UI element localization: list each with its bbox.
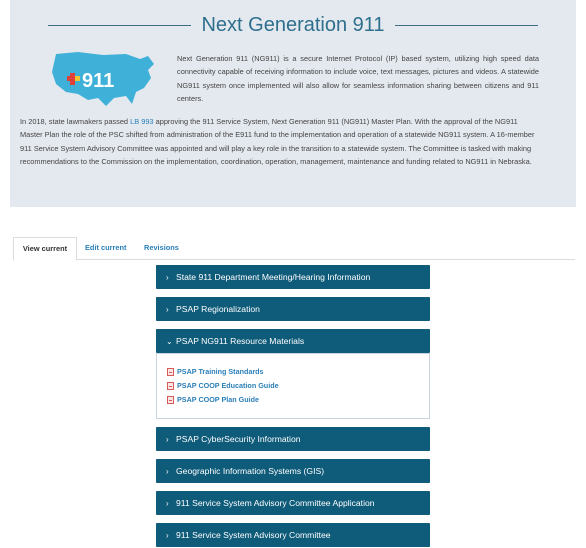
accordion-meeting-hearing[interactable]: › State 911 Department Meeting/Hearing In… — [156, 265, 430, 289]
resource-link[interactable]: PSAP COOP Education Guide — [167, 381, 279, 390]
accordion-advisory-committee[interactable]: › 911 Service System Advisory Committee — [156, 523, 430, 547]
page-title: Next Generation 911 — [201, 13, 385, 36]
tab-edit-current[interactable]: Edit current — [85, 237, 126, 259]
title-row: Next Generation 911 — [10, 10, 576, 40]
chevron-right-icon: › — [166, 531, 169, 540]
accordion-label: PSAP Regionalization — [176, 304, 260, 314]
resource-label: PSAP COOP Plan Guide — [177, 395, 260, 404]
accordion-label: PSAP CyberSecurity Information — [176, 434, 301, 444]
resources-panel: PSAP Training Standards PSAP COOP Educat… — [156, 353, 430, 419]
revision-tabs: View current Edit current Revisions — [13, 237, 575, 261]
resource-label: PSAP Training Standards — [177, 367, 264, 376]
chevron-right-icon: › — [166, 499, 169, 508]
logo-911-text: 911 — [82, 70, 114, 92]
description-paragraph: In 2018, state lawmakers passed LB 993 a… — [20, 115, 536, 168]
accordion-psap-regionalization[interactable]: › PSAP Regionalization — [156, 297, 430, 321]
chevron-right-icon: › — [166, 435, 169, 444]
title-rule-left — [48, 24, 192, 26]
accordion-label: 911 Service System Advisory Committee — [176, 530, 331, 540]
accordion-cybersecurity[interactable]: › PSAP CyberSecurity Information — [156, 427, 430, 451]
accordion-label: Geographic Information Systems (GIS) — [176, 466, 325, 476]
lb-993-link[interactable]: LB 993 — [130, 117, 153, 126]
accordion-committee-application[interactable]: › 911 Service System Advisory Committee A… — [156, 491, 430, 515]
resource-link[interactable]: PSAP COOP Plan Guide — [167, 395, 259, 404]
accordion-ng911-resources[interactable]: ⌄ PSAP NG911 Resource Materials — [156, 329, 430, 353]
accordion-label: PSAP NG911 Resource Materials — [176, 336, 305, 346]
pdf-icon — [167, 381, 174, 390]
resource-link[interactable]: PSAP Training Standards — [167, 367, 264, 376]
pdf-icon — [167, 395, 174, 404]
accordion-gis[interactable]: › Geographic Information Systems (GIS) — [156, 459, 430, 483]
pdf-icon — [167, 367, 174, 376]
tab-revisions[interactable]: Revisions — [144, 237, 179, 259]
chevron-down-icon: ⌄ — [166, 337, 173, 346]
chevron-right-icon: › — [166, 305, 169, 314]
ng911-usa-map-logo: 911 — [52, 52, 154, 106]
hero-section: Next Generation 911 911 Next Generation … — [10, 0, 576, 207]
accordion-label: State 911 Department Meeting/Hearing Inf… — [176, 272, 371, 282]
intro-text: Next Generation 911 (NG911) is a secure … — [177, 54, 539, 103]
accordion-label: 911 Service System Advisory Committee Ap… — [176, 498, 375, 508]
chevron-right-icon: › — [166, 273, 169, 282]
paragraph-start: In 2018, state lawmakers passed — [20, 117, 131, 126]
chevron-right-icon: › — [166, 467, 169, 476]
tab-view-current[interactable]: View current — [13, 237, 77, 261]
title-rule-right — [394, 24, 539, 26]
resource-label: PSAP COOP Education Guide — [177, 381, 279, 390]
